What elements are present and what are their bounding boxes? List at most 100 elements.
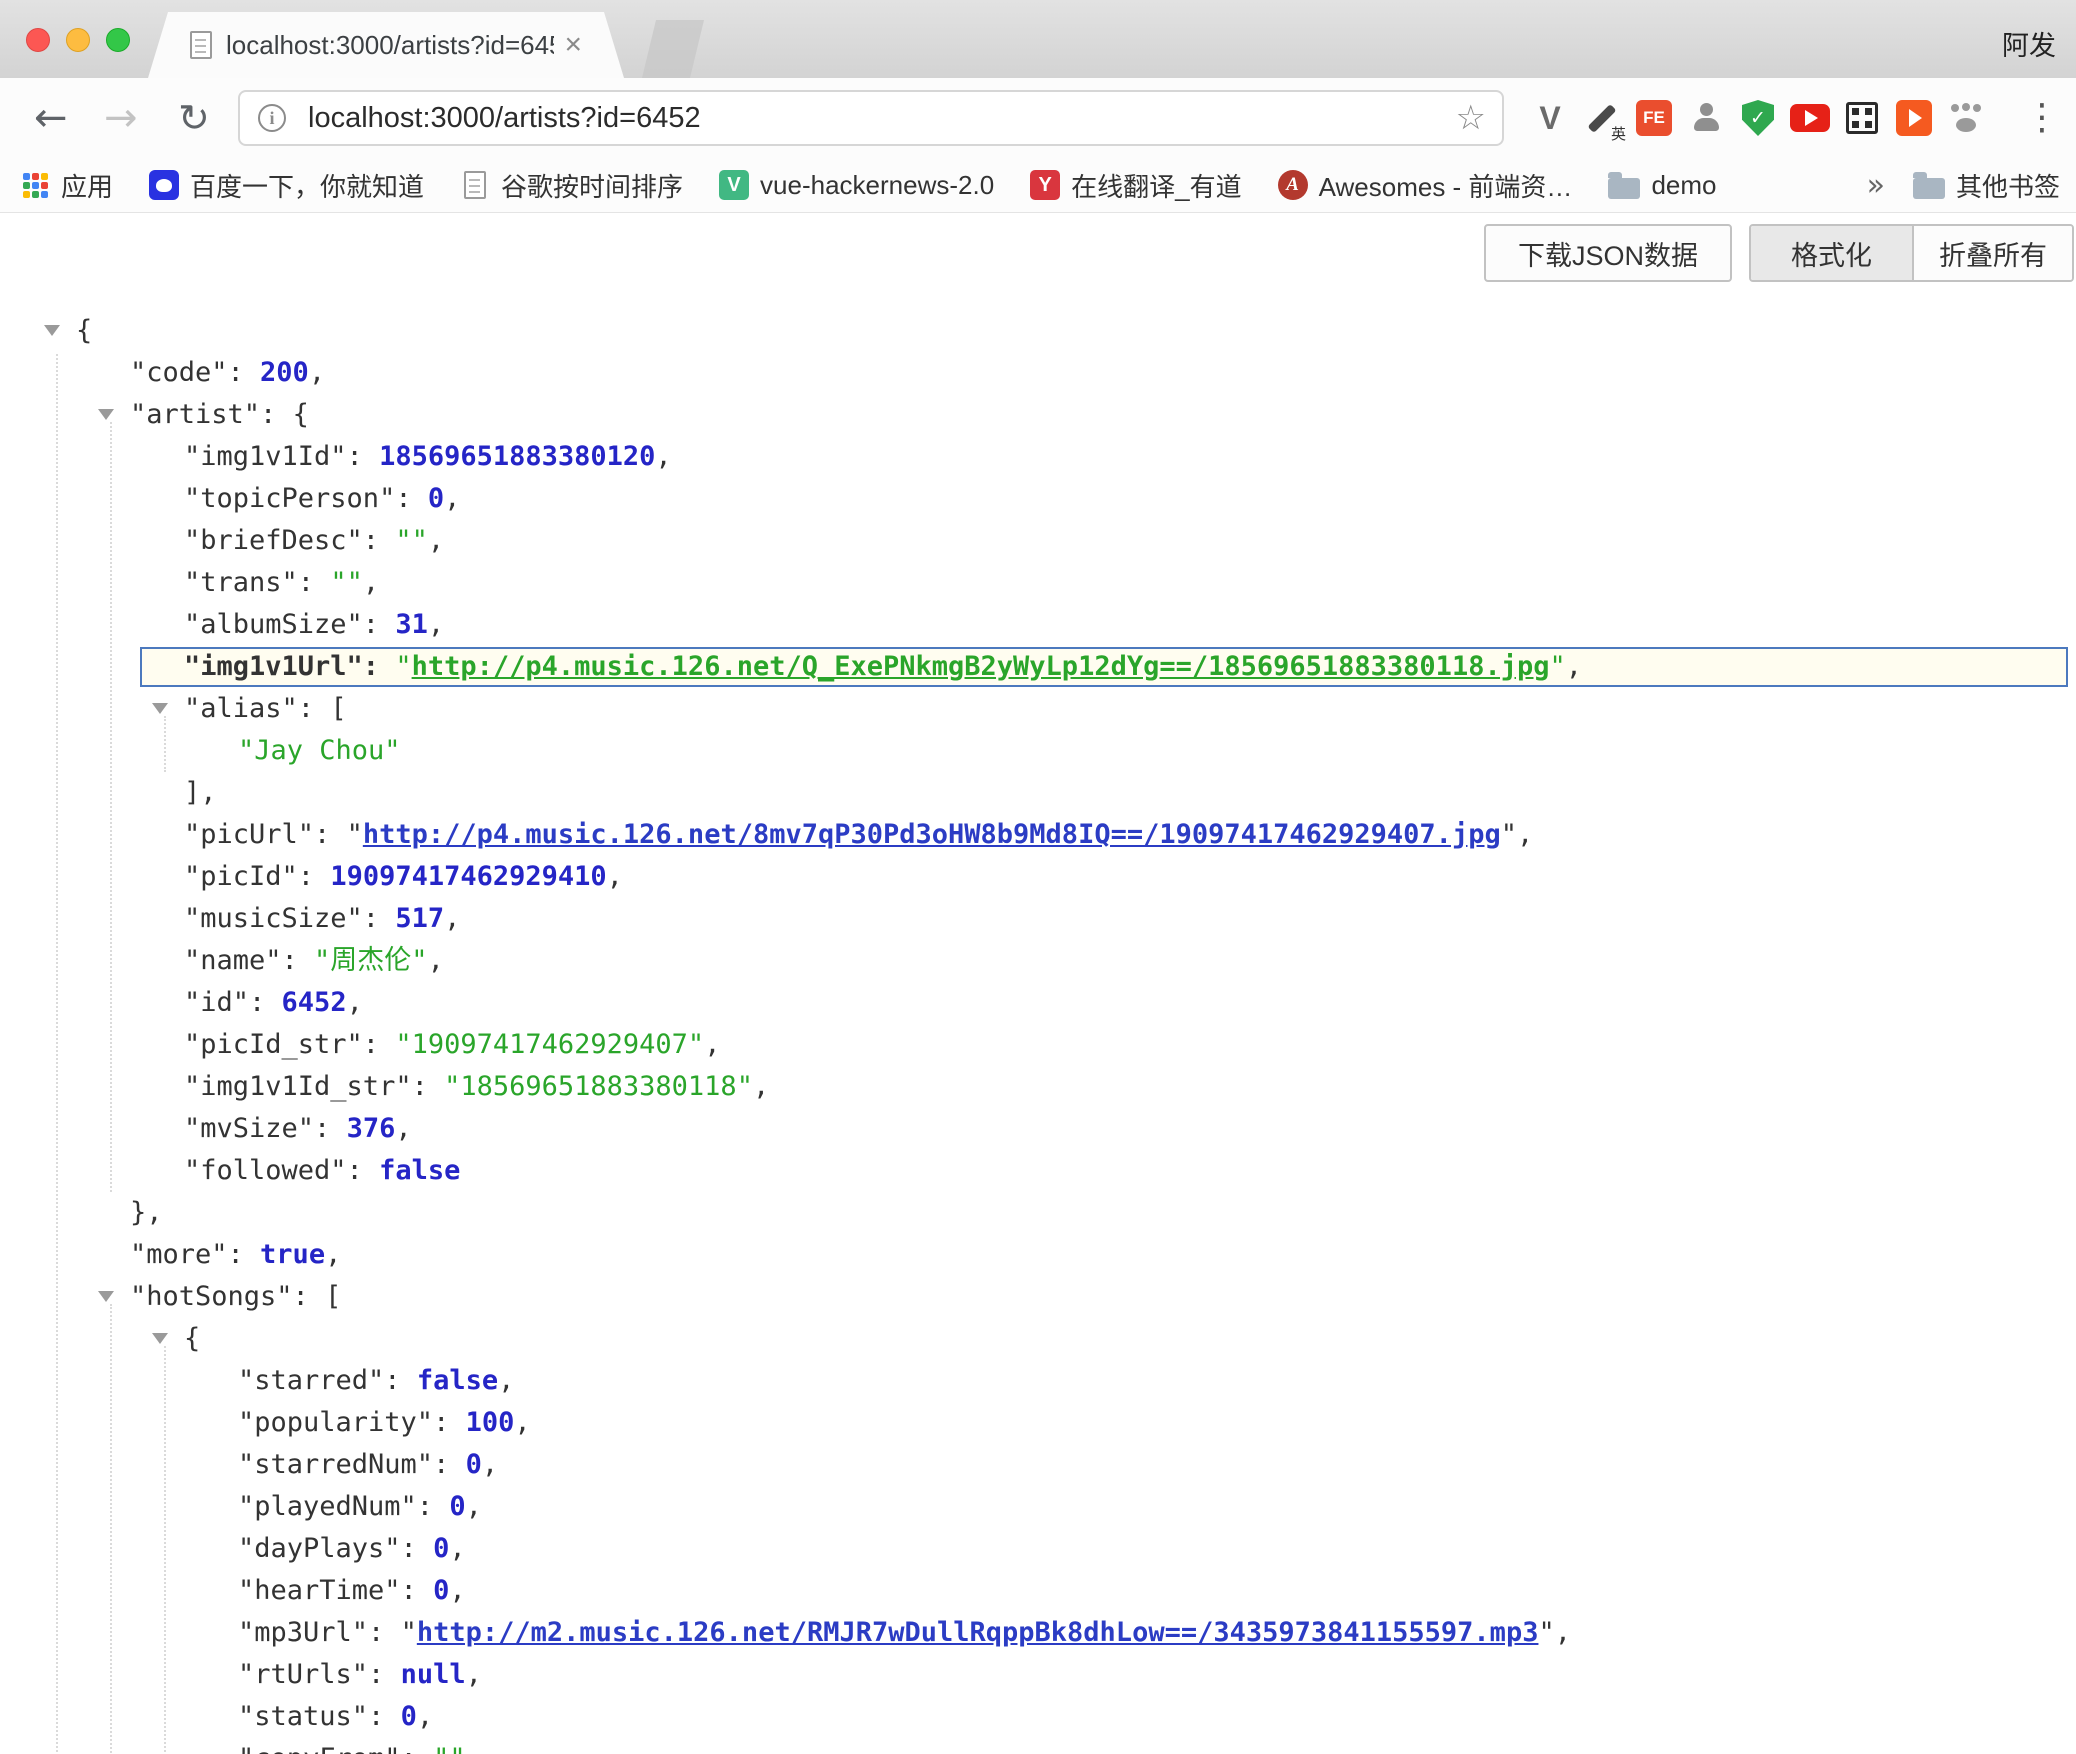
browser-menu-icon[interactable]: ⋮	[2024, 94, 2060, 142]
json-key: "status":	[238, 1701, 401, 1732]
json-line-highlighted: "img1v1Url": "http://p4.music.126.net/Q_…	[140, 647, 2068, 687]
json-number: 517	[395, 903, 444, 934]
json-line: "more": true,	[0, 1234, 2076, 1276]
json-key: "img1v1Id_str":	[184, 1071, 444, 1102]
collapse-arrow-icon[interactable]	[152, 703, 168, 714]
bookmark-item[interactable]: 谷歌按时间排序	[460, 167, 683, 204]
bookmark-item[interactable]: Vvue-hackernews-2.0	[719, 170, 994, 201]
json-line: "mp3Url": "http://m2.music.126.net/RMJR7…	[0, 1612, 2076, 1654]
json-comma: ,	[395, 1113, 411, 1144]
back-button[interactable]: ←	[34, 92, 68, 144]
json-string: ""	[433, 1743, 466, 1754]
bookmark-item[interactable]: 百度一下，你就知道	[149, 167, 424, 204]
other-bookmarks-folder[interactable]: 其他书签	[1913, 167, 2060, 204]
json-comma: ,	[466, 1743, 482, 1754]
collapse-arrow-icon[interactable]	[44, 325, 60, 336]
json-punct: [	[325, 1281, 341, 1312]
json-comma: ,	[325, 1239, 341, 1270]
json-quote: "	[1501, 819, 1517, 850]
json-comma: ,	[428, 525, 444, 556]
json-line: "picId_str": "19097417462929407",	[0, 1024, 2076, 1066]
shield-glyph: ✓	[1742, 100, 1774, 136]
minimize-window-button[interactable]	[66, 28, 90, 52]
json-line: "code": 200,	[0, 352, 2076, 394]
json-comma: ,	[1517, 819, 1533, 850]
tab-close-icon[interactable]: ×	[564, 28, 582, 62]
json-comma: ,	[482, 1449, 498, 1480]
json-key: "id":	[184, 987, 282, 1018]
collapse-arrow-icon[interactable]	[98, 1291, 114, 1302]
browser-window: localhost:3000/artists?id=645 × 阿发 ← → ↻…	[0, 0, 2076, 1754]
person-icon[interactable]	[1680, 78, 1732, 158]
tab-title: localhost:3000/artists?id=645	[226, 30, 554, 61]
site-info-icon[interactable]: i	[258, 104, 286, 132]
json-line: "dayPlays": 0,	[0, 1528, 2076, 1570]
url-bar[interactable]: i localhost:3000/artists?id=6452 ☆	[238, 90, 1504, 146]
json-key: "starredNum":	[238, 1449, 466, 1480]
close-window-button[interactable]	[26, 28, 50, 52]
download-json-button[interactable]: 下载JSON数据	[1484, 224, 1732, 282]
fe-icon[interactable]: FE	[1628, 78, 1680, 158]
format-button[interactable]: 格式化	[1751, 226, 1914, 280]
youtube-icon[interactable]	[1784, 78, 1836, 158]
shield-icon[interactable]: ✓	[1732, 78, 1784, 158]
bookmark-item[interactable]: AAwesomes - 前端资…	[1278, 167, 1573, 204]
bookmark-item[interactable]: Y在线翻译_有道	[1030, 167, 1241, 204]
json-line: {	[0, 1318, 2076, 1360]
reload-button[interactable]: ↻	[178, 92, 210, 144]
bookmark-star-icon[interactable]: ☆	[1456, 98, 1486, 138]
json-link[interactable]: http://p4.music.126.net/8mv7qP30Pd3oHW8b…	[363, 819, 1501, 850]
json-key: "hotSongs":	[130, 1281, 325, 1312]
json-link[interactable]: http://m2.music.126.net/RMJR7wDullRqppBk…	[417, 1617, 1539, 1648]
json-key: "picId":	[184, 861, 330, 892]
bookmark-item[interactable]: 应用	[20, 167, 113, 204]
collapse-all-button[interactable]: 折叠所有	[1914, 226, 2072, 280]
json-quote: "	[347, 819, 363, 850]
collapse-arrow-icon[interactable]	[98, 409, 114, 420]
extension-icons: V 英 FE ✓	[1524, 78, 1992, 158]
json-string: "18569651883380118"	[444, 1071, 753, 1102]
json-bool: true	[260, 1239, 325, 1270]
person-glyph	[1691, 103, 1721, 133]
json-comma: ,	[449, 1575, 465, 1606]
json-key: "musicSize":	[184, 903, 395, 934]
fe-badge: FE	[1636, 100, 1672, 136]
bookmark-label: vue-hackernews-2.0	[760, 170, 994, 201]
url-text[interactable]: localhost:3000/artists?id=6452	[308, 102, 701, 135]
profile-name[interactable]: 阿发	[2002, 24, 2056, 63]
json-comma: ,	[444, 483, 460, 514]
json-number: 200	[260, 357, 309, 388]
browser-tab[interactable]: localhost:3000/artists?id=645 ×	[148, 12, 624, 78]
json-punct: {	[293, 399, 309, 430]
json-line: "Jay Chou"	[0, 730, 2076, 772]
bookmark-item[interactable]: demo	[1608, 170, 1716, 201]
json-key: "code":	[130, 357, 260, 388]
new-tab-button[interactable]	[642, 20, 704, 78]
json-line: "name": "周杰伦",	[0, 940, 2076, 982]
bookmarks-right: » 其他书签	[1867, 167, 2060, 204]
bookmark-label: 在线翻译_有道	[1071, 167, 1241, 204]
vimium-icon[interactable]: V	[1524, 78, 1576, 158]
translate-icon[interactable]: 英	[1576, 78, 1628, 158]
json-comma: ,	[309, 357, 325, 388]
player-icon[interactable]	[1888, 78, 1940, 158]
json-bool: false	[417, 1365, 498, 1396]
youtube-glyph	[1790, 104, 1830, 132]
json-key: "topicPerson":	[184, 483, 428, 514]
json-comma: ,	[466, 1659, 482, 1690]
vimium-letter: V	[1539, 100, 1560, 137]
json-key: "copyFrom":	[238, 1743, 433, 1754]
json-quote: "	[1549, 651, 1565, 682]
zoom-window-button[interactable]	[106, 28, 130, 52]
collapse-arrow-icon[interactable]	[152, 1333, 168, 1344]
json-key: "name":	[184, 945, 314, 976]
bookmarks-overflow-icon[interactable]: »	[1867, 168, 1885, 203]
json-link[interactable]: http://p4.music.126.net/Q_ExePNkmgB2yWyL…	[412, 651, 1550, 682]
folder-icon	[1608, 178, 1640, 199]
json-comma: ,	[449, 1533, 465, 1564]
json-number: 0	[433, 1533, 449, 1564]
qr-code-icon[interactable]	[1836, 78, 1888, 158]
paw-icon[interactable]	[1940, 78, 1992, 158]
json-key: "mp3Url":	[238, 1617, 401, 1648]
json-line: },	[0, 1192, 2076, 1234]
